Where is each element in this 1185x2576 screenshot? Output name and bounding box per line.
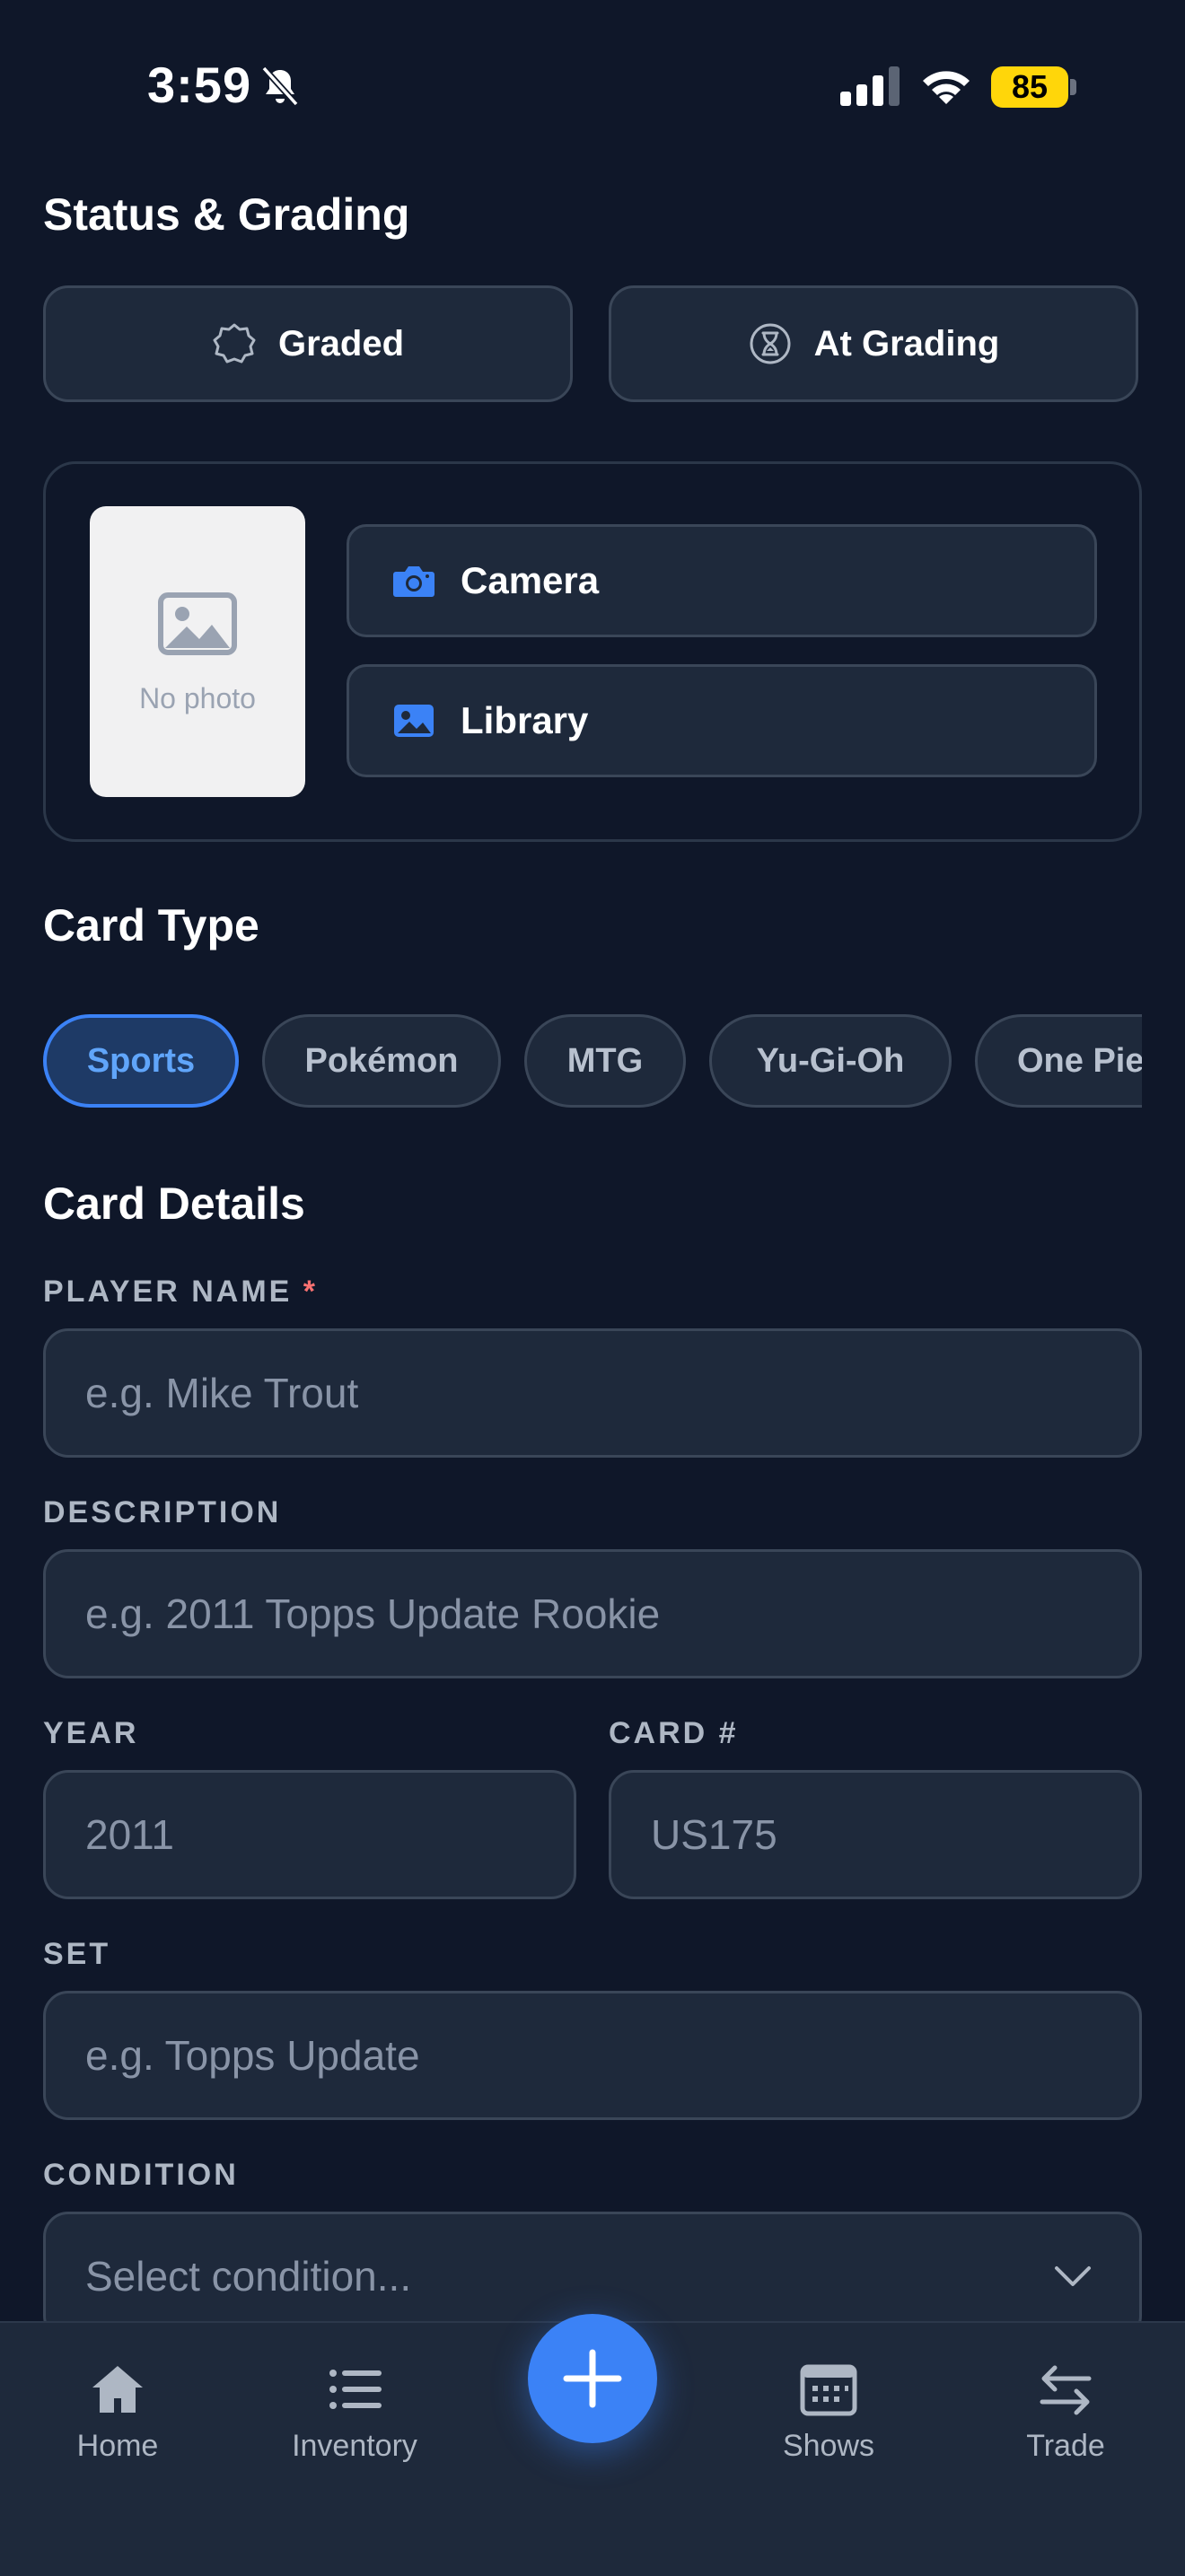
image-icon	[158, 592, 237, 655]
home-icon	[92, 2366, 143, 2413]
camera-icon	[393, 566, 434, 597]
status-grading-title: Status & Grading	[43, 189, 410, 240]
chip-one-piece[interactable]: One Piece	[975, 1014, 1142, 1108]
list-icon	[329, 2370, 382, 2409]
set-input[interactable]: e.g. Topps Update	[43, 1991, 1142, 2120]
at-grading-button[interactable]: At Grading	[609, 285, 1138, 402]
no-photo-text: No photo	[139, 682, 256, 714]
graded-button[interactable]: Graded	[43, 285, 573, 402]
player-name-label: PLAYER NAME *	[43, 1275, 319, 1309]
calendar-icon	[800, 2364, 857, 2416]
battery-level: 85	[991, 66, 1068, 108]
library-button[interactable]: Library	[347, 664, 1097, 777]
card-number-input[interactable]: US175	[609, 1770, 1142, 1899]
swap-arrows-icon	[1040, 2365, 1092, 2415]
player-name-input[interactable]: e.g. Mike Trout	[43, 1328, 1142, 1458]
chip-sports[interactable]: Sports	[43, 1014, 239, 1108]
card-details-title: Card Details	[43, 1178, 305, 1229]
graded-label: Graded	[277, 323, 405, 364]
wifi-icon	[923, 71, 970, 104]
card-type-title: Card Type	[43, 900, 259, 951]
card-type-chips: Sports Pokémon MTG Yu-Gi-Oh One Piece	[43, 1014, 1142, 1108]
badge-icon	[213, 323, 256, 364]
photo-placeholder[interactable]: No photo	[90, 506, 305, 797]
nav-inventory[interactable]: Inventory	[265, 2362, 444, 2464]
photo-library-icon	[394, 705, 434, 737]
year-label: YEAR	[43, 1716, 139, 1750]
set-label: SET	[43, 1937, 111, 1971]
nav-shows[interactable]: Shows	[739, 2362, 918, 2464]
hourglass-icon	[750, 323, 791, 364]
plus-icon	[563, 2349, 622, 2408]
cellular-signal-icon	[840, 66, 900, 106]
chip-pokemon[interactable]: Pokémon	[262, 1014, 501, 1108]
card-number-label: CARD #	[609, 1716, 739, 1750]
camera-label: Camera	[461, 559, 600, 601]
chip-yugioh[interactable]: Yu-Gi-Oh	[709, 1014, 952, 1108]
nav-trade[interactable]: Trade	[976, 2362, 1155, 2464]
condition-label: CONDITION	[43, 2158, 239, 2192]
status-time: 3:59	[147, 57, 252, 113]
required-marker: *	[303, 1275, 319, 1309]
camera-button[interactable]: Camera	[347, 524, 1097, 637]
chip-mtg[interactable]: MTG	[524, 1014, 686, 1108]
bell-slash-icon	[261, 66, 299, 107]
chevron-down-icon	[1055, 2266, 1091, 2286]
battery-indicator: 85	[991, 66, 1077, 108]
at-grading-label: At Grading	[813, 323, 1000, 364]
library-label: Library	[461, 699, 589, 741]
description-input[interactable]: e.g. 2011 Topps Update Rookie	[43, 1549, 1142, 1678]
description-label: DESCRIPTION	[43, 1495, 282, 1529]
year-input[interactable]: 2011	[43, 1770, 576, 1899]
nav-home[interactable]: Home	[28, 2362, 207, 2464]
add-button[interactable]	[528, 2314, 657, 2443]
